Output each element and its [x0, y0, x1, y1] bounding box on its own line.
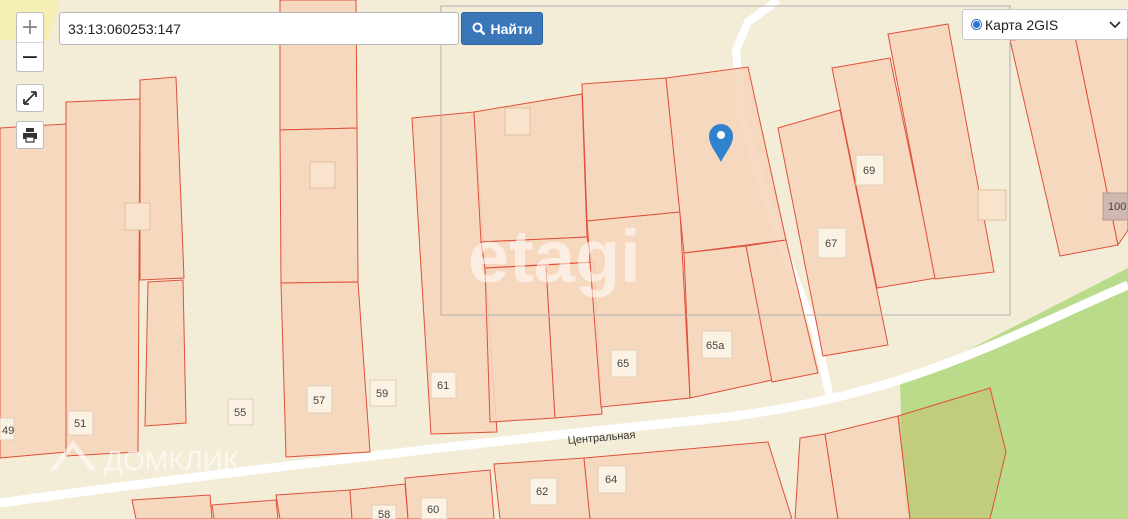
plot-label-100: 100	[1108, 201, 1126, 213]
parcel-49	[0, 123, 67, 459]
map-layer-select[interactable]: Карта 2GIS	[962, 9, 1128, 40]
zoom-out-button[interactable]: −	[17, 42, 43, 72]
parcel-q	[275, 489, 353, 519]
cadastral-search-input[interactable]	[59, 12, 459, 45]
parcel-a	[139, 76, 185, 281]
plot-label-49: 49	[2, 425, 14, 437]
parcel-i	[581, 77, 681, 222]
plot-label-65a: 65а	[706, 340, 725, 352]
watermark-etagi: etagi	[468, 215, 641, 298]
plot-label-67: 67	[825, 238, 837, 250]
search-button-label: Найти	[490, 20, 533, 37]
plot-label-55: 55	[234, 407, 246, 419]
zoom-control: + −	[16, 12, 44, 72]
parcel-57	[280, 281, 371, 458]
plot-label-59: 59	[376, 388, 388, 400]
chevron-down-icon	[1109, 20, 1121, 28]
plot-label-61: 61	[437, 380, 449, 392]
search-button[interactable]: Найти	[461, 12, 543, 45]
print-button[interactable]	[16, 121, 44, 149]
plot-label-60: 60	[427, 504, 439, 516]
parcel-60	[404, 469, 495, 519]
map-canvas[interactable]: 49 51 55 57 59 61 65 65а 67 69 100 62 64…	[0, 0, 1128, 519]
plot-label-58: 58	[378, 509, 390, 519]
search-icon	[472, 22, 485, 35]
parcel-b	[144, 279, 187, 427]
svg-text:ДОМКЛИК: ДОМКЛИК	[104, 445, 240, 476]
plot-label-69: 69	[863, 165, 875, 177]
plot-label-64: 64	[605, 474, 617, 486]
fullscreen-button[interactable]	[16, 84, 44, 112]
zoom-in-button[interactable]: +	[17, 13, 43, 42]
parcel-51	[65, 98, 141, 457]
parcel-d	[279, 127, 359, 284]
plot-label-65: 65	[617, 358, 629, 370]
printer-icon	[23, 128, 37, 143]
plot-label-62: 62	[536, 486, 548, 498]
expand-icon	[23, 91, 37, 105]
plot-label-51: 51	[74, 418, 86, 430]
radio-selected-icon	[971, 19, 982, 30]
map-layer-label: Карта 2GIS	[985, 16, 1059, 33]
plot-label-57: 57	[313, 395, 325, 407]
parcel-s	[824, 415, 911, 519]
